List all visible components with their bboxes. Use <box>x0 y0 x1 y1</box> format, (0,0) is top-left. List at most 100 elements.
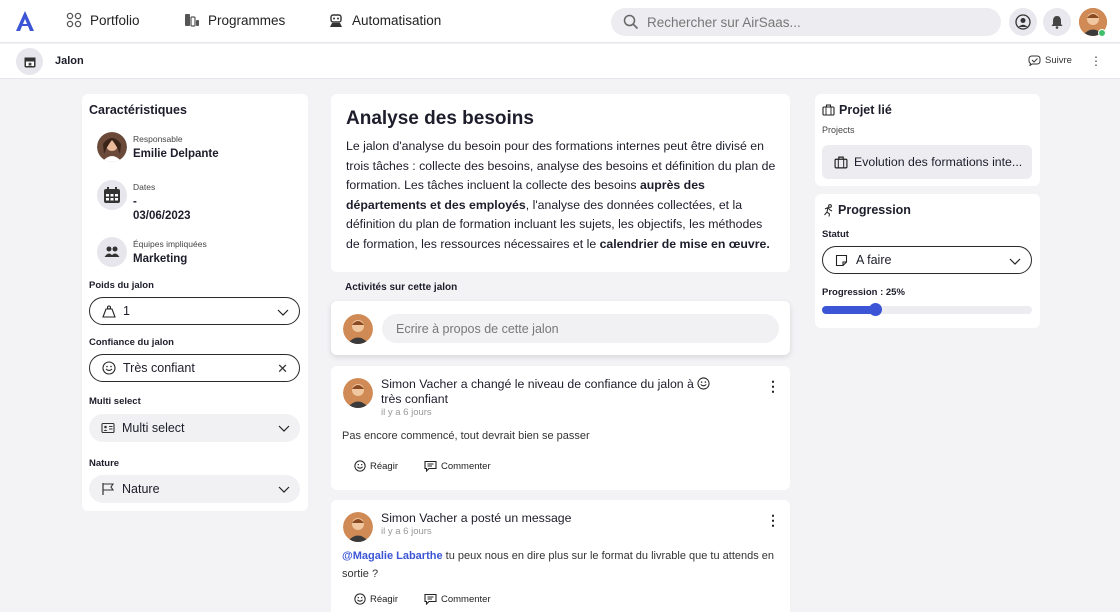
nav-automatisation-label: Automatisation <box>352 12 442 28</box>
responsable-value: Emilie Delpante <box>133 148 219 160</box>
smile-icon <box>697 377 710 390</box>
smile-icon <box>354 593 366 605</box>
nav-automatisation[interactable]: Automatisation <box>328 12 441 28</box>
nav-programmes-label: Programmes <box>208 12 286 28</box>
comment-button[interactable]: Commenter <box>424 593 491 605</box>
characteristics-title: Caractéristiques <box>89 103 187 117</box>
follow-icon <box>1028 55 1041 66</box>
comment-button[interactable]: Commenter <box>424 460 491 472</box>
composer-avatar <box>343 314 373 344</box>
post-body: @Magalie Labarthe tu peux nous en dire p… <box>342 547 782 583</box>
comment-label: Commenter <box>441 460 491 472</box>
react-button[interactable]: Réagir <box>354 460 398 472</box>
nav-portfolio[interactable]: Portfolio <box>66 12 140 28</box>
multi-select-field[interactable]: Multi select <box>89 414 300 442</box>
multi-select-label: Multi select <box>89 396 141 407</box>
weight-value: 1 <box>123 304 130 318</box>
post-timestamp: il y a 6 jours <box>381 407 432 418</box>
smile-icon <box>102 361 116 375</box>
status-value: A faire <box>856 253 892 267</box>
chevron-down-icon <box>1009 258 1021 265</box>
notifications-button[interactable] <box>1043 8 1071 36</box>
portfolio-icon <box>66 12 82 28</box>
teams-field[interactable]: Équipes impliquées Marketing <box>97 237 297 267</box>
robot-icon <box>330 14 342 27</box>
description-card: Analyse des besoins Le jalon d'analyse d… <box>331 94 790 272</box>
responsable-field[interactable]: Responsable Emilie Delpante <box>97 132 297 162</box>
linked-project-link[interactable]: Evolution des formations inte... <box>822 145 1032 179</box>
status-label: Statut <box>822 229 849 240</box>
progress-card: Progression Statut A faire Progression :… <box>815 194 1040 328</box>
nav-portfolio-label: Portfolio <box>90 12 140 28</box>
activity-post: Simon Vacher a posté un message il y a 6… <box>331 500 790 612</box>
nav-programmes[interactable]: Programmes <box>184 12 285 28</box>
post-body: Pas encore commencé, tout devrait bien s… <box>342 430 590 442</box>
post-more-icon[interactable]: ⋮ <box>766 512 780 529</box>
search-input[interactable] <box>647 14 977 30</box>
confidence-select[interactable]: Très confiant ✕ <box>89 354 300 382</box>
responsable-label: Responsable <box>133 134 183 144</box>
post-mention[interactable]: @Magalie Labarthe <box>342 550 443 562</box>
briefcase-icon <box>822 104 835 116</box>
description-text-1: Le jalon d'analyse du besoin pour des fo… <box>346 139 776 192</box>
follow-button[interactable]: Suivre <box>1028 55 1072 66</box>
dates-start-value: - <box>133 196 137 208</box>
status-select[interactable]: A faire <box>822 246 1032 274</box>
chevron-down-icon <box>278 425 290 432</box>
user-switch-button[interactable] <box>1009 8 1037 36</box>
weight-select[interactable]: 1 <box>89 297 300 325</box>
nature-select[interactable]: Nature <box>89 475 300 503</box>
flag-icon <box>101 482 115 496</box>
post-headline: Simon Vacher a posté un message <box>381 511 572 525</box>
dates-field[interactable]: Dates - 03/06/2023 <box>97 180 297 223</box>
linked-project-title: Projet lié <box>839 103 892 117</box>
comment-label: Commenter <box>441 593 491 605</box>
follow-label: Suivre <box>1045 55 1072 66</box>
multi-select-value: Multi select <box>122 421 185 435</box>
responsable-avatar <box>97 132 127 162</box>
weight-icon <box>102 304 116 318</box>
dates-end-value: 03/06/2023 <box>133 210 191 222</box>
smile-icon <box>354 460 366 472</box>
user-settings-icon <box>1015 14 1031 30</box>
team-icon <box>97 237 127 267</box>
nature-label: Nature <box>89 458 120 469</box>
calendar-icon <box>97 180 127 210</box>
activity-input[interactable] <box>382 314 779 343</box>
post-headline: Simon Vacher a changé le niveau de confi… <box>381 377 731 407</box>
todo-icon <box>835 253 849 267</box>
milestone-calendar-icon <box>16 48 43 75</box>
progress-header: Progression <box>822 203 911 217</box>
post-actions: Réagir Commenter <box>354 593 491 605</box>
page-type-title: Jalon <box>55 55 84 67</box>
post-author-avatar <box>343 512 373 542</box>
teams-value: Marketing <box>133 253 188 265</box>
activities-label: Activités sur cette jalon <box>345 282 458 293</box>
weight-label: Poids du jalon <box>89 280 154 291</box>
post-timestamp: il y a 6 jours <box>381 526 432 537</box>
progress-label: Progression : 25% <box>822 287 905 298</box>
confidence-value: Très confiant <box>123 361 195 375</box>
post-actions: Réagir Commenter <box>354 460 491 472</box>
post-headline-text: Simon Vacher a changé le niveau de confi… <box>381 377 698 391</box>
running-icon <box>824 203 833 217</box>
teams-label: Équipes impliquées <box>133 239 207 249</box>
progress-slider[interactable] <box>822 303 1032 316</box>
more-options-icon[interactable]: ⋮ <box>1090 54 1102 68</box>
search-bar[interactable] <box>611 8 1001 36</box>
characteristics-card: Caractéristiques Responsable Emilie Delp… <box>82 94 308 511</box>
react-label: Réagir <box>370 593 398 605</box>
react-button[interactable]: Réagir <box>354 593 398 605</box>
progress-handle[interactable] <box>869 303 882 316</box>
comment-icon <box>424 593 437 605</box>
activity-post: Simon Vacher a changé le niveau de confi… <box>331 366 790 490</box>
post-more-icon[interactable]: ⋮ <box>766 378 780 395</box>
milestone-title[interactable]: Analyse des besoins <box>346 108 534 130</box>
chevron-down-icon <box>278 486 290 493</box>
airsaas-logo-icon[interactable] <box>14 10 36 32</box>
search-icon <box>623 14 639 30</box>
milestone-description[interactable]: Le jalon d'analyse du besoin pour des fo… <box>346 137 778 254</box>
activity-composer <box>331 301 790 355</box>
linked-project-subtitle: Projects <box>822 125 855 135</box>
clear-icon[interactable]: ✕ <box>277 361 288 377</box>
